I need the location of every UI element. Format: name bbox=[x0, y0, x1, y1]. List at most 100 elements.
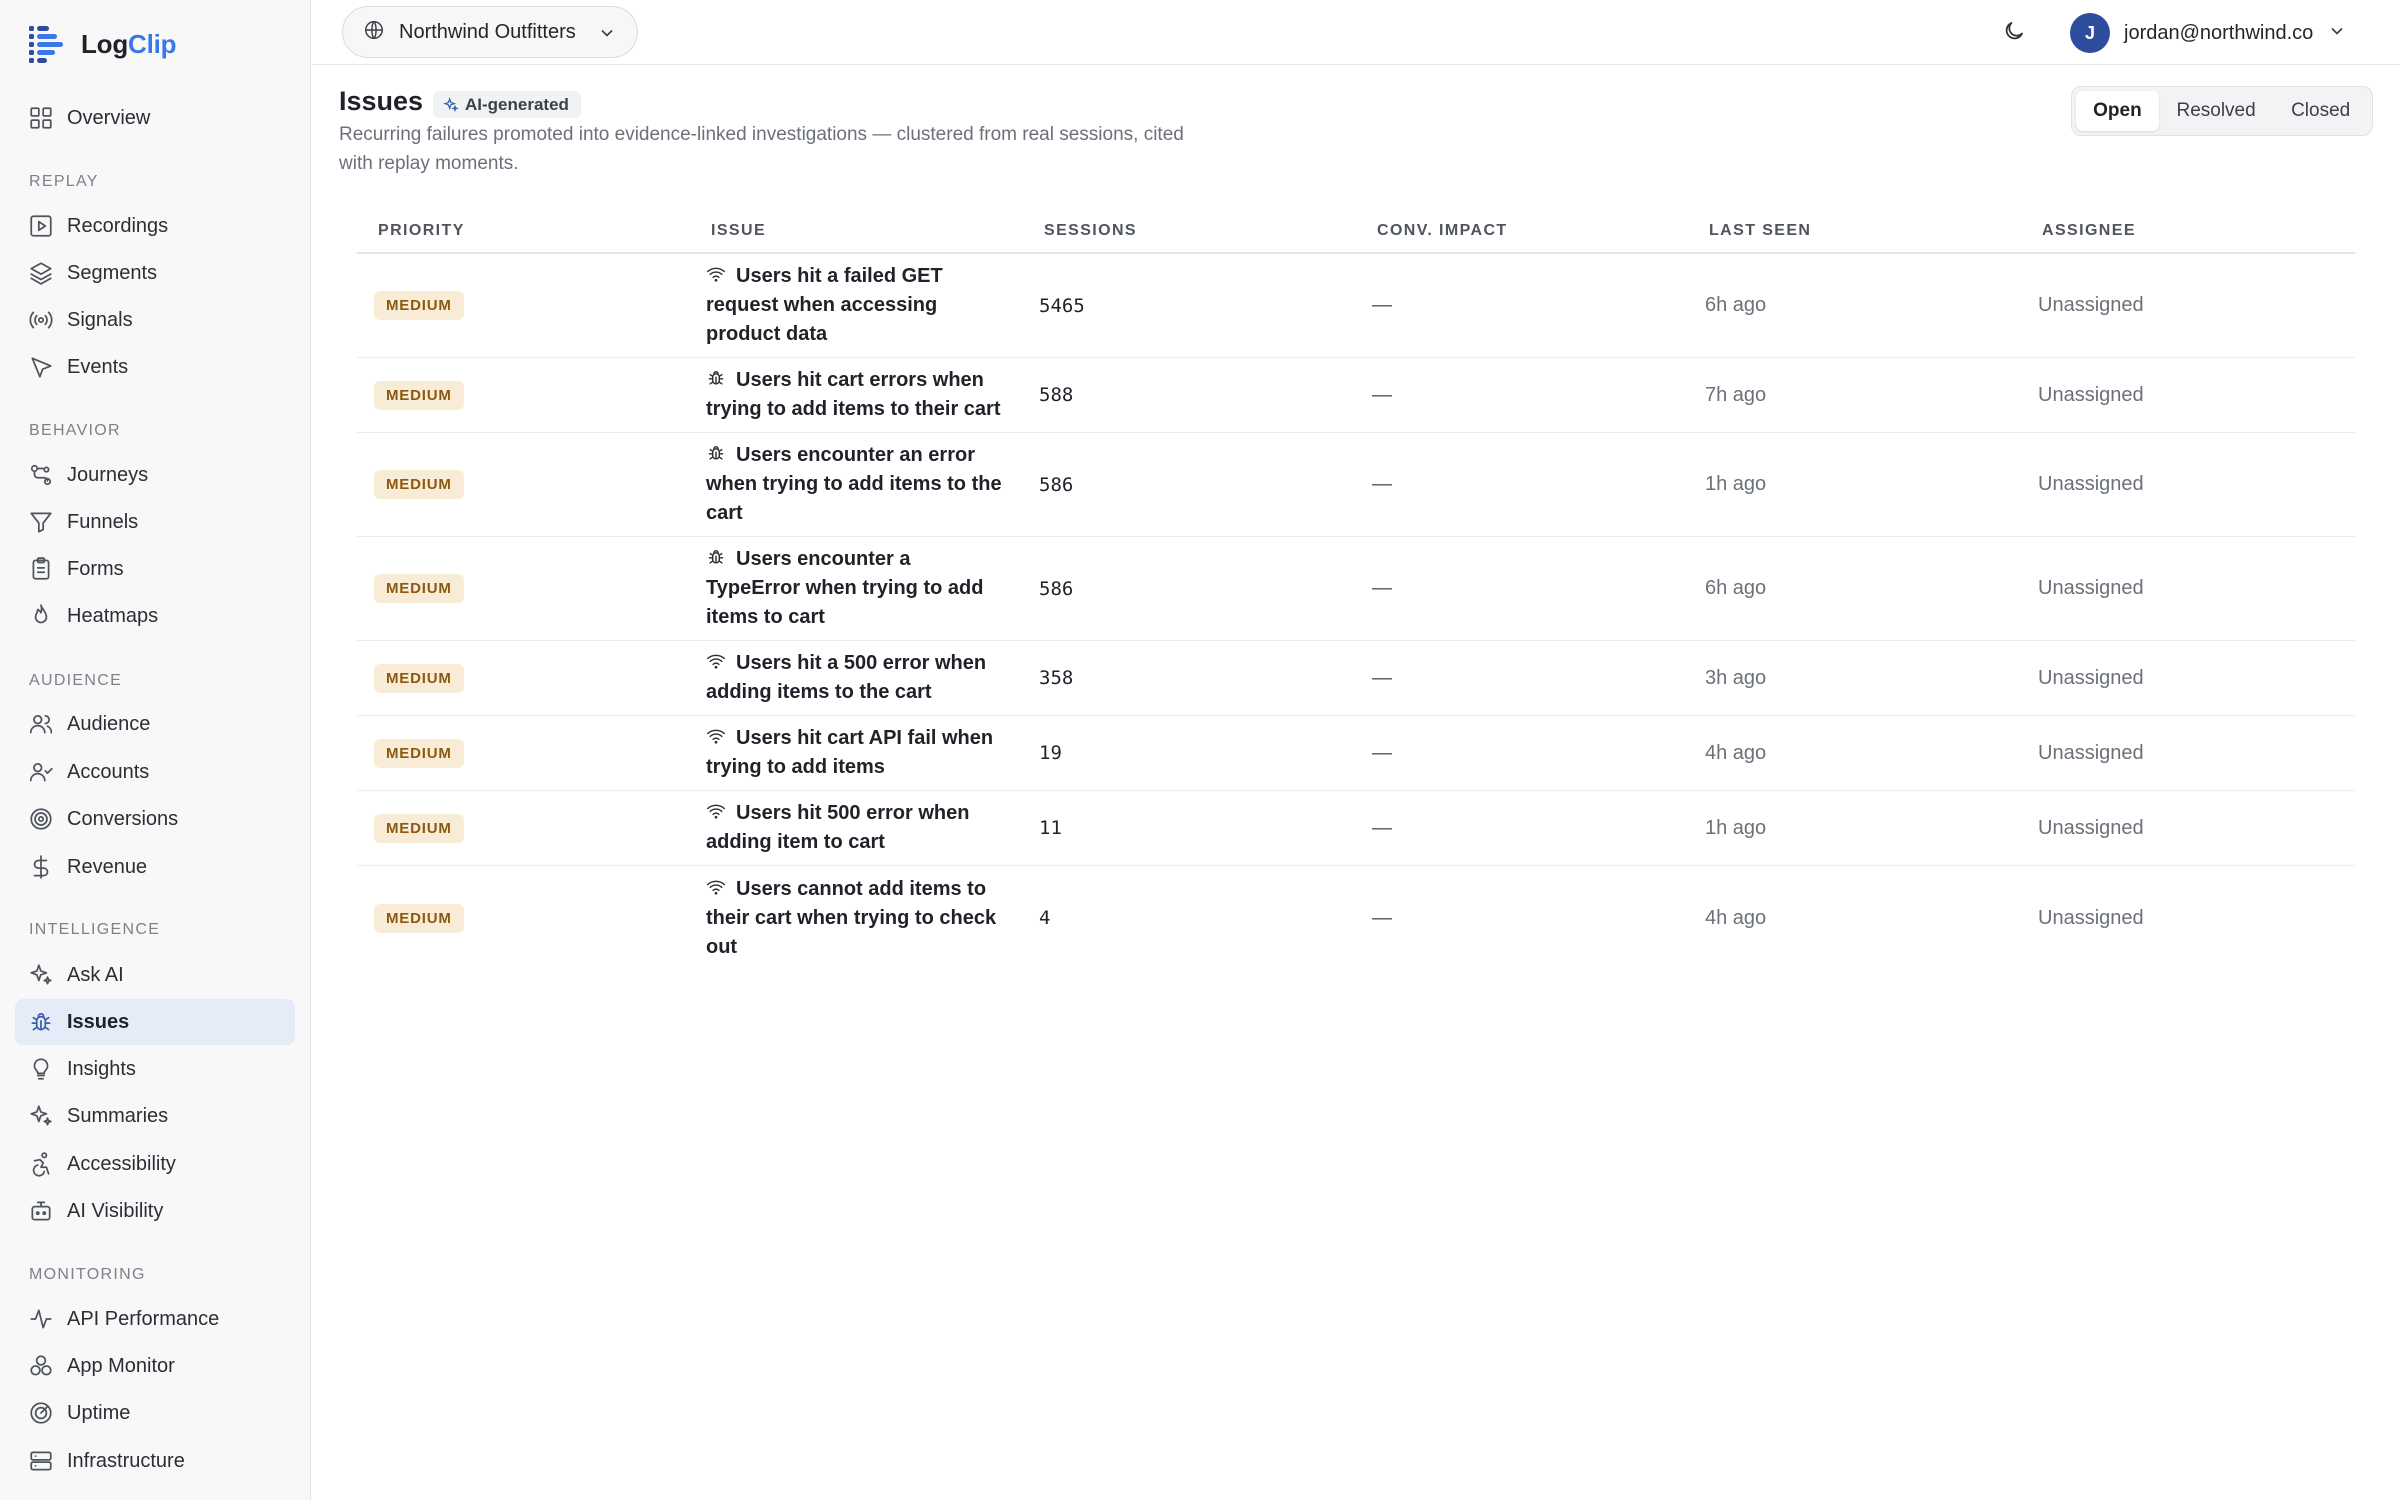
conv-impact-value: — bbox=[1372, 473, 1392, 495]
assignee-value[interactable]: Unassigned bbox=[2038, 641, 2144, 715]
sidebar-item-label: Audience bbox=[67, 712, 151, 735]
sidebar-item-api-performance[interactable]: API Performance bbox=[15, 1296, 295, 1342]
sessions-count: 19 bbox=[1039, 742, 1062, 764]
sidebar-item-label: Forms bbox=[67, 557, 124, 580]
sidebar-item-recordings[interactable]: Recordings bbox=[15, 203, 295, 249]
sidebar-item-app-monitor[interactable]: App Monitor bbox=[15, 1343, 295, 1389]
sidebar-item-label: Issues bbox=[67, 1010, 130, 1033]
filter-resolved-tab[interactable]: Resolved bbox=[2159, 91, 2273, 131]
assignee-value[interactable]: Unassigned bbox=[2038, 433, 2144, 536]
issue-title[interactable]: Users cannot add items to their cart whe… bbox=[706, 875, 1006, 962]
sidebar-item-revenue[interactable]: Revenue bbox=[15, 844, 295, 890]
table-row[interactable]: MEDIUM Users cannot add items to their c… bbox=[357, 866, 2355, 970]
assignee-value[interactable]: Unassigned bbox=[2038, 254, 2144, 357]
sidebar-item-insights[interactable]: Insights bbox=[15, 1046, 295, 1092]
sidebar-item-label: Recordings bbox=[67, 214, 169, 237]
column-header-sessions[interactable]: SESSIONS bbox=[1044, 222, 1137, 240]
moon-icon bbox=[2002, 19, 2026, 48]
ai-badge-label: AI-generated bbox=[465, 94, 569, 114]
sidebar-item-label: Funnels bbox=[67, 510, 139, 533]
column-header-issue[interactable]: ISSUE bbox=[711, 222, 766, 240]
sidebar-item-journeys[interactable]: Journeys bbox=[15, 452, 295, 498]
table-row[interactable]: MEDIUM Users encounter a TypeError when … bbox=[357, 537, 2355, 641]
sidebar-item-label: Conversions bbox=[67, 807, 179, 830]
sparkles-icon bbox=[27, 961, 55, 989]
sessions-count: 11 bbox=[1039, 817, 1062, 839]
issue-title[interactable]: Users hit cart API fail when trying to a… bbox=[706, 724, 1006, 782]
table-row[interactable]: MEDIUM Users hit a failed GET request wh… bbox=[357, 254, 2355, 358]
issues-table: PRIORITY ISSUE SESSIONS CONV. IMPACT LAS… bbox=[357, 212, 2355, 970]
avatar: J bbox=[2070, 13, 2110, 53]
sidebar-item-accounts[interactable]: Accounts bbox=[15, 749, 295, 795]
radio-icon bbox=[27, 306, 55, 334]
assignee-value[interactable]: Unassigned bbox=[2038, 537, 2144, 640]
issue-title[interactable]: Users hit a failed GET request when acce… bbox=[706, 262, 1006, 349]
sidebar-item-audience[interactable]: Audience bbox=[15, 701, 295, 747]
sidebar-item-ask-ai[interactable]: Ask AI bbox=[15, 952, 295, 998]
workspace-switcher[interactable]: Northwind Outfitters bbox=[342, 6, 638, 58]
sidebar-item-uptime[interactable]: Uptime bbox=[15, 1390, 295, 1436]
sidebar-item-issues[interactable]: Issues bbox=[15, 999, 295, 1045]
sidebar-item-label: Overview bbox=[67, 106, 151, 129]
sidebar-item-forms[interactable]: Forms bbox=[15, 546, 295, 592]
accessibility-icon bbox=[27, 1150, 55, 1178]
workspace-name: Northwind Outfitters bbox=[399, 20, 576, 43]
sidebar-item-funnels[interactable]: Funnels bbox=[15, 499, 295, 545]
sidebar-item-label: Segments bbox=[67, 261, 158, 284]
issue-title[interactable]: Users encounter an error when trying to … bbox=[706, 441, 1006, 528]
sidebar-item-segments[interactable]: Segments bbox=[15, 250, 295, 296]
sidebar-item-infrastructure[interactable]: Infrastructure bbox=[15, 1438, 295, 1484]
sidebar-item-label: Accessibility bbox=[67, 1152, 176, 1175]
sidebar-item-overview[interactable]: Overview bbox=[15, 95, 295, 141]
table-row[interactable]: MEDIUM Users encounter an error when try… bbox=[357, 433, 2355, 537]
status-filter: Open Resolved Closed bbox=[2071, 86, 2373, 136]
issue-title[interactable]: Users hit 500 error when adding item to … bbox=[706, 799, 1006, 857]
conv-impact-value: — bbox=[1372, 741, 1392, 764]
funnel-icon bbox=[27, 508, 55, 536]
conv-impact-value: — bbox=[1372, 294, 1392, 316]
assignee-value[interactable]: Unassigned bbox=[2038, 866, 2144, 970]
sidebar-item-conversions[interactable]: Conversions bbox=[15, 796, 295, 842]
priority-badge: MEDIUM bbox=[374, 813, 464, 843]
table-row[interactable]: MEDIUM Users hit cart API fail when tryi… bbox=[357, 716, 2355, 791]
priority-badge: MEDIUM bbox=[374, 470, 464, 499]
flame-icon bbox=[27, 602, 55, 630]
logo[interactable]: LogClip bbox=[27, 24, 177, 64]
chevron-down-icon bbox=[2327, 21, 2347, 46]
assignee-value[interactable]: Unassigned bbox=[2038, 716, 2144, 790]
sidebar-item-label: Heatmaps bbox=[67, 604, 159, 627]
issue-title[interactable]: Users encounter a TypeError when trying … bbox=[706, 545, 1006, 632]
sessions-count: 5465 bbox=[1039, 294, 1085, 317]
issue-title[interactable]: Users hit cart errors when trying to add… bbox=[706, 366, 1006, 424]
ai-generated-badge: AI-generated bbox=[433, 91, 581, 118]
sidebar-item-accessibility[interactable]: Accessibility bbox=[15, 1141, 295, 1187]
column-header-conv-impact[interactable]: CONV. IMPACT bbox=[1377, 222, 1508, 240]
assignee-value[interactable]: Unassigned bbox=[2038, 791, 2144, 865]
sidebar-item-events[interactable]: Events bbox=[15, 344, 295, 390]
sidebar-item-label: Accounts bbox=[67, 760, 150, 783]
assignee-value[interactable]: Unassigned bbox=[2038, 358, 2144, 432]
sidebar-item-summaries[interactable]: Summaries bbox=[15, 1093, 295, 1139]
sidebar: LogClip Overview REPLAY Recordings Segme… bbox=[0, 0, 311, 1500]
issue-title[interactable]: Users hit a 500 error when adding items … bbox=[706, 649, 1006, 707]
table-row[interactable]: MEDIUM Users hit cart errors when trying… bbox=[357, 358, 2355, 433]
sidebar-item-ai-visibility[interactable]: AI Visibility bbox=[15, 1188, 295, 1234]
sessions-count: 586 bbox=[1039, 577, 1074, 600]
column-header-last-seen[interactable]: LAST SEEN bbox=[1709, 222, 1811, 240]
column-header-priority[interactable]: PRIORITY bbox=[378, 222, 465, 240]
user-menu[interactable]: J jordan@northwind.co bbox=[2070, 12, 2347, 54]
section-label-monitoring: MONITORING bbox=[29, 1266, 146, 1283]
bug-icon bbox=[706, 547, 728, 567]
table-row[interactable]: MEDIUM Users hit a 500 error when adding… bbox=[357, 641, 2355, 716]
theme-toggle-button[interactable] bbox=[1998, 17, 2030, 49]
radar-icon bbox=[27, 1399, 55, 1427]
sidebar-item-heatmaps[interactable]: Heatmaps bbox=[15, 593, 295, 639]
table-row[interactable]: MEDIUM Users hit 500 error when adding i… bbox=[357, 791, 2355, 866]
sessions-count: 358 bbox=[1039, 667, 1074, 689]
layers-icon bbox=[27, 259, 55, 287]
filter-closed-tab[interactable]: Closed bbox=[2273, 91, 2368, 131]
sidebar-item-signals[interactable]: Signals bbox=[15, 297, 295, 343]
column-header-assignee[interactable]: ASSIGNEE bbox=[2042, 222, 2136, 240]
table-header: PRIORITY ISSUE SESSIONS CONV. IMPACT LAS… bbox=[357, 212, 2355, 254]
filter-open-tab[interactable]: Open bbox=[2076, 91, 2159, 131]
